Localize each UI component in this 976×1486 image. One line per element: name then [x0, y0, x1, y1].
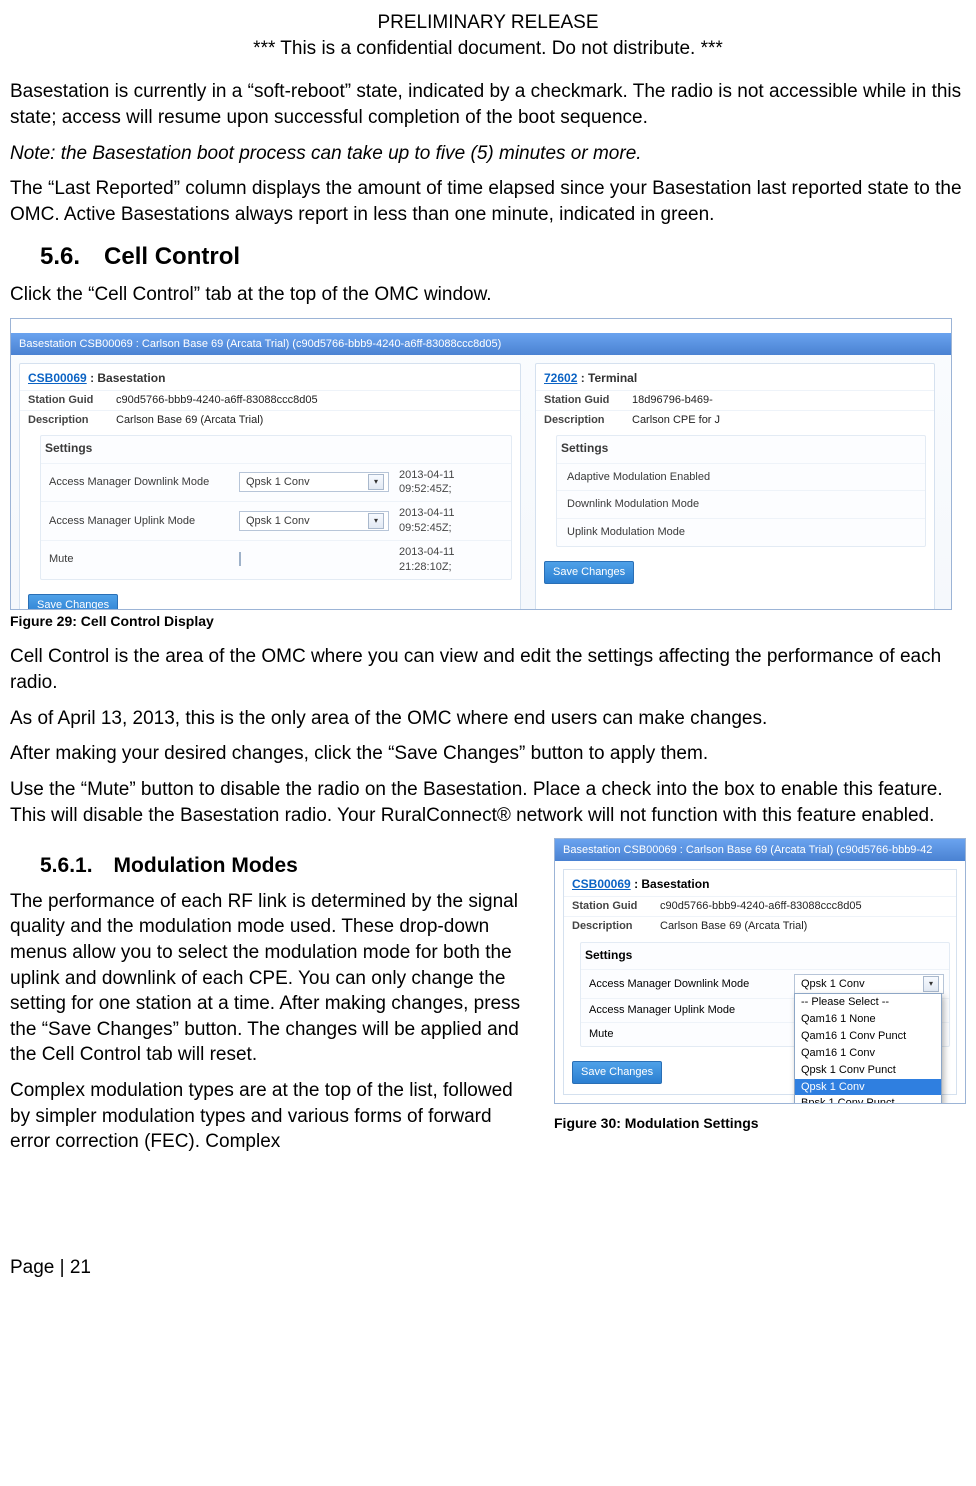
paragraph: Click the “Cell Control” tab at the top …	[10, 282, 966, 308]
field-label: Description	[28, 413, 116, 428]
chevron-down-icon: ▾	[923, 976, 939, 992]
dropdown-option[interactable]: Qam16 1 Conv Punct	[795, 1028, 941, 1045]
field-label: Station Guid	[572, 899, 660, 914]
header-line2: *** This is a confidential document. Do …	[10, 36, 966, 62]
paragraph: Cell Control is the area of the OMC wher…	[10, 644, 966, 695]
setting-label: Uplink Modulation Mode	[557, 518, 925, 546]
setting-label: Mute	[49, 552, 229, 567]
window-titlebar: Basestation CSB00069 : Carlson Base 69 (…	[555, 839, 965, 861]
chevron-down-icon: ▾	[368, 513, 384, 529]
downlink-mode-select[interactable]: Qpsk 1 Conv ▾	[239, 472, 389, 492]
dropdown-list[interactable]: -- Please Select -- Qam16 1 None Qam16 1…	[794, 993, 942, 1104]
terminal-panel: 72602 : Terminal Station Guid18d96796-b4…	[535, 363, 935, 610]
dropdown-option[interactable]: Qam16 1 None	[795, 1011, 941, 1028]
dropdown-option[interactable]: Qam16 1 Conv	[795, 1045, 941, 1062]
panel-type-label: : Basestation	[634, 877, 709, 891]
save-changes-button[interactable]: Save Changes	[28, 594, 118, 610]
select-value: Qpsk 1 Conv	[246, 475, 310, 490]
paragraph: As of April 13, 2013, this is the only a…	[10, 706, 966, 732]
basestation-panel: CSB00069 : Basestation Station Guidc90d5…	[19, 363, 521, 610]
dropdown-option[interactable]: Bpsk 1 Conv Punct	[795, 1095, 941, 1103]
figure-29-container: Basestation CSB00069 : Carlson Base 69 (…	[10, 318, 952, 610]
field-value: Carlson Base 69 (Arcata Trial)	[660, 919, 948, 934]
downlink-mode-select[interactable]: Qpsk 1 Conv ▾	[794, 974, 944, 994]
save-changes-button[interactable]: Save Changes	[572, 1061, 662, 1084]
paragraph: Use the “Mute” button to disable the rad…	[10, 777, 966, 828]
mute-checkbox[interactable]	[239, 552, 241, 566]
window-titlebar: Basestation CSB00069 : Carlson Base 69 (…	[11, 333, 951, 355]
field-label: Description	[572, 919, 660, 934]
settings-heading: Settings	[557, 436, 925, 462]
setting-label: Access Manager Uplink Mode	[589, 1003, 784, 1018]
panel-type-label: : Terminal	[581, 371, 637, 385]
basestation-id-link[interactable]: CSB00069	[572, 877, 631, 891]
section-5-6-heading: 5.6. Cell Control	[40, 241, 966, 273]
basestation-id-link[interactable]: CSB00069	[28, 371, 87, 385]
select-value: Qpsk 1 Conv	[246, 514, 310, 529]
save-changes-button[interactable]: Save Changes	[544, 561, 634, 584]
paragraph: Basestation is currently in a “soft-rebo…	[10, 79, 966, 130]
timestamp: 2013-04-11 09:52:45Z;	[399, 506, 503, 536]
field-value: 18d96796-b469-	[632, 393, 926, 408]
field-label: Description	[544, 413, 632, 428]
settings-heading: Settings	[41, 436, 511, 462]
setting-label: Downlink Modulation Mode	[557, 490, 925, 518]
page-footer: Page | 21	[10, 1255, 966, 1281]
figure-30-container: Basestation CSB00069 : Carlson Base 69 (…	[554, 838, 966, 1104]
figure-30-caption: Figure 30: Modulation Settings	[554, 1114, 966, 1133]
field-value: Carlson Base 69 (Arcata Trial)	[116, 413, 512, 428]
panel-type-label: : Basestation	[90, 371, 165, 385]
timestamp: 2013-04-11 09:52:45Z;	[399, 468, 503, 498]
note-paragraph: Note: the Basestation boot process can t…	[10, 141, 966, 167]
dropdown-option[interactable]: Qpsk 1 Conv Punct	[795, 1062, 941, 1079]
field-value: Carlson CPE for J	[632, 413, 926, 428]
terminal-id-link[interactable]: 72602	[544, 371, 577, 385]
setting-label: Mute	[589, 1027, 784, 1042]
figure-29-caption: Figure 29: Cell Control Display	[10, 612, 966, 631]
field-label: Station Guid	[28, 393, 116, 408]
paragraph: After making your desired changes, click…	[10, 741, 966, 767]
section-5-6-1-heading: 5.6.1. Modulation Modes	[40, 852, 534, 880]
paragraph: Complex modulation types are at the top …	[10, 1078, 534, 1155]
field-value: c90d5766-bbb9-4240-a6ff-83088ccc8d05	[660, 899, 948, 914]
setting-label: Access Manager Downlink Mode	[589, 977, 784, 992]
header-line1: PRELIMINARY RELEASE	[10, 10, 966, 36]
setting-label: Adaptive Modulation Enabled	[557, 463, 925, 491]
paragraph: The performance of each RF link is deter…	[10, 889, 534, 1068]
chevron-down-icon: ▾	[368, 474, 384, 490]
settings-heading: Settings	[581, 943, 949, 969]
field-label: Station Guid	[544, 393, 632, 408]
paragraph: The “Last Reported” column displays the …	[10, 176, 966, 227]
timestamp: 2013-04-11 21:28:10Z;	[399, 545, 503, 575]
dropdown-option[interactable]: -- Please Select --	[795, 994, 941, 1011]
dropdown-option-selected[interactable]: Qpsk 1 Conv	[795, 1079, 941, 1096]
setting-label: Access Manager Downlink Mode	[49, 475, 229, 490]
uplink-mode-select[interactable]: Qpsk 1 Conv ▾	[239, 511, 389, 531]
setting-label: Access Manager Uplink Mode	[49, 514, 229, 529]
select-value: Qpsk 1 Conv	[801, 977, 865, 992]
field-value: c90d5766-bbb9-4240-a6ff-83088ccc8d05	[116, 393, 512, 408]
